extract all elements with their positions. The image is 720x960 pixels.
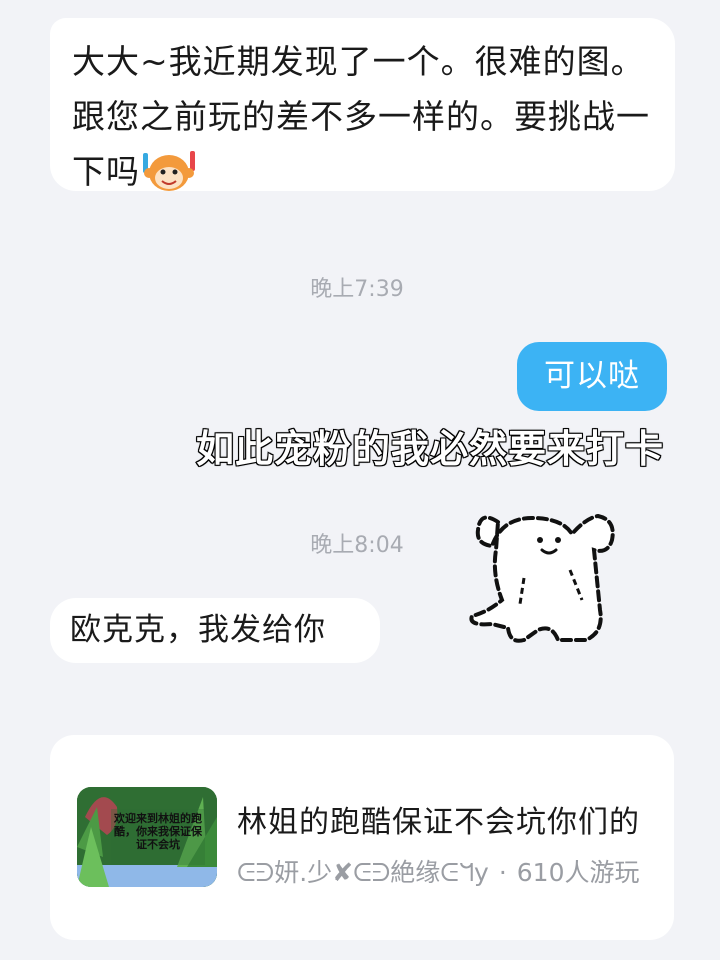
message-bubble-received[interactable]: 欧克克，我发给你 — [50, 598, 380, 663]
message-bubble-received[interactable]: 大大~我近期发现了一个。很难的图。跟您之前玩的差不多一样的。要挑战一下吗 — [50, 18, 675, 191]
separator-dot: · — [498, 858, 507, 887]
white-puppy-dancing-sticker[interactable] — [462, 500, 626, 650]
map-title[interactable]: 林姐的跑酷保证不会坑你们的 — [237, 797, 640, 841]
message-text: 可以哒 — [544, 358, 640, 394]
timestamp: 晚上7:39 — [310, 277, 404, 302]
shared-map-card[interactable]: 欢迎来到林姐的跑酷，你来我保证保证不会坑 林姐的跑酷保证不会坑你们的 ᕮᕭ妍.少… — [50, 735, 674, 940]
video-caption-overlay: 如此宠粉的我必然要来打卡 — [195, 426, 664, 472]
map-thumbnail: 欢迎来到林姐的跑酷，你来我保证保证不会坑 — [77, 787, 217, 887]
message-bubble-sent[interactable]: 可以哒 — [517, 342, 667, 411]
map-thumbnail-text: 欢迎来到林姐的跑酷，你来我保证保证不会坑 — [114, 812, 202, 851]
map-player-count: 610人游玩 — [516, 858, 640, 887]
map-author[interactable]: ᕮᕭ妍.少✘ᕮᕭ絶缘ᕮᖻy — [237, 858, 489, 887]
map-meta: ᕮᕭ妍.少✘ᕮᕭ絶缘ᕮᖻy · 610人游玩 — [237, 853, 640, 889]
monkey-face-emoji — [143, 151, 195, 191]
message-text: 欧克克，我发给你 — [70, 612, 326, 648]
